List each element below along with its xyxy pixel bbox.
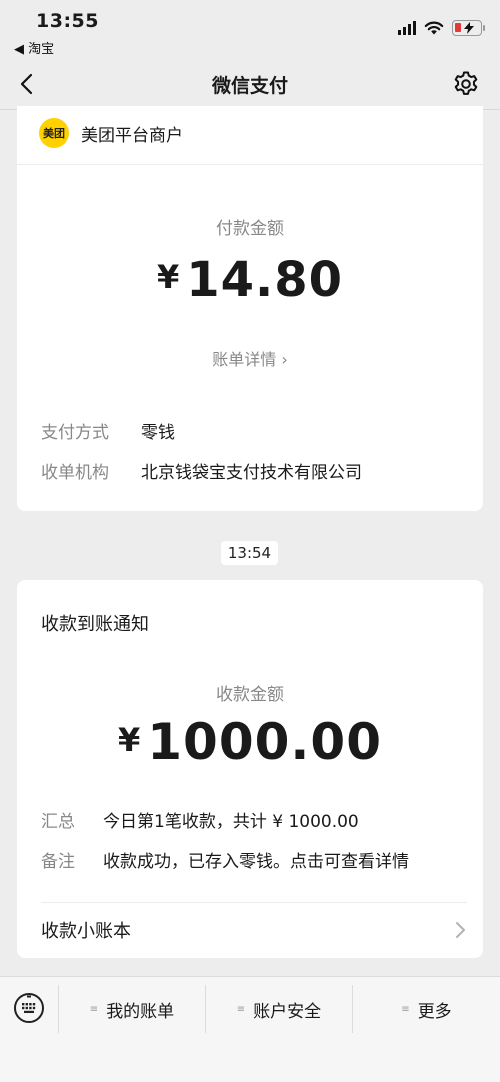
- merchant-row: 美团 美团平台商户: [39, 116, 183, 150]
- currency-symbol: ¥: [118, 721, 142, 759]
- gear-icon[interactable]: [452, 70, 480, 98]
- payment-amount: ¥14.80: [17, 252, 483, 308]
- bill-detail-link[interactable]: 账单详情 ›: [17, 346, 483, 370]
- menu-list-icon: ≡: [401, 1003, 410, 1015]
- note-row: 备注 收款成功，已存入零钱。点击可查看详情: [41, 847, 409, 872]
- battery-icon: [452, 20, 485, 36]
- receipt-notice-card[interactable]: 收款到账通知 收款金额 ¥1000.00 汇总 今日第1笔收款，共计 ¥ 100…: [17, 580, 483, 958]
- payment-method-value: 零钱: [141, 423, 175, 443]
- receipt-ledger-label: 收款小账本: [41, 921, 131, 942]
- menu-list-icon: ≡: [236, 1003, 246, 1015]
- status-time: 13:55: [36, 10, 99, 32]
- menu-account-security[interactable]: ≡ 账户安全: [206, 985, 352, 1033]
- nav-bar: 微信支付: [0, 58, 500, 110]
- payment-card[interactable]: 美团 美团平台商户 付款金额 ¥14.80 账单详情 › 支付方式 零钱 收单机…: [17, 106, 483, 511]
- bottom-menu-bar: ≡ 我的账单 ≡ 账户安全 ≡ 更多: [0, 976, 500, 1082]
- notice-title: 收款到账通知: [41, 614, 149, 635]
- acquirer-label: 收单机构: [41, 463, 109, 483]
- chevron-right-icon: [456, 922, 465, 938]
- summary-value: 今日第1笔收款，共计 ¥ 1000.00: [103, 812, 359, 832]
- menu-more[interactable]: ≡ 更多: [353, 985, 500, 1033]
- currency-symbol: ¥: [156, 258, 181, 296]
- payment-amount-value: 14.80: [186, 252, 344, 308]
- summary-row: 汇总 今日第1笔收款，共计 ¥ 1000.00: [41, 807, 359, 832]
- payment-method-label: 支付方式: [41, 423, 109, 443]
- note-value: 收款成功，已存入零钱。点击可查看详情: [103, 852, 409, 872]
- message-timestamp: 13:54: [221, 541, 278, 565]
- menu-label: 我的账单: [106, 1001, 175, 1022]
- cellular-signal-icon: [398, 21, 416, 35]
- divider: [17, 164, 483, 165]
- merchant-name: 美团平台商户: [81, 125, 183, 146]
- note-label: 备注: [41, 852, 75, 872]
- summary-label: 汇总: [41, 812, 75, 832]
- wifi-icon: [424, 21, 444, 35]
- keyboard-icon[interactable]: [13, 992, 45, 1024]
- acquirer-row: 收单机构 北京钱袋宝支付技术有限公司: [41, 458, 362, 483]
- merchant-logo: 美团: [39, 118, 69, 148]
- acquirer-value: 北京钱袋宝支付技术有限公司: [141, 463, 362, 483]
- status-icons: [398, 18, 485, 38]
- payment-amount-label: 付款金额: [216, 219, 284, 239]
- back-to-app-link[interactable]: ◀ 淘宝: [14, 38, 54, 57]
- received-amount-label: 收款金额: [216, 685, 284, 705]
- received-amount: ¥1000.00: [17, 713, 483, 771]
- menu-list-icon: ≡: [89, 1003, 99, 1015]
- menu-my-bills[interactable]: ≡ 我的账单: [59, 985, 205, 1033]
- receipt-ledger-link[interactable]: 收款小账本: [41, 902, 467, 958]
- payment-method-row: 支付方式 零钱: [41, 418, 175, 443]
- menu-label: 更多: [417, 1001, 452, 1022]
- received-amount-value: 1000.00: [147, 713, 382, 771]
- page-title: 微信支付: [211, 75, 288, 97]
- menu-label: 账户安全: [253, 1001, 322, 1022]
- status-bar: 13:55 ◀ 淘宝: [0, 0, 500, 58]
